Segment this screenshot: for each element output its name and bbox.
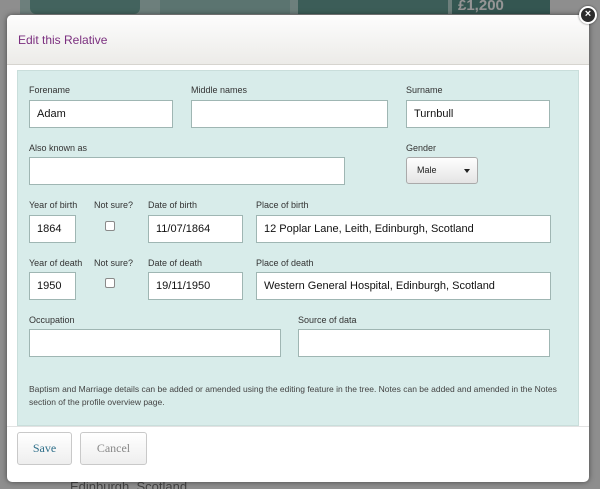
dialog-title: Edit this Relative (18, 33, 108, 47)
gender-selected-value: Male (417, 165, 437, 175)
footer-divider (7, 426, 589, 427)
help-note: Baptism and Marriage details can be adde… (29, 384, 557, 407)
cancel-button[interactable]: Cancel (80, 432, 147, 465)
place-of-death-input[interactable]: Western General Hospital, Edinburgh, Sco… (256, 272, 551, 300)
close-icon[interactable]: × (579, 6, 597, 24)
middle-names-label: Middle names (191, 85, 248, 95)
place-of-birth-label: Place of birth (256, 200, 309, 210)
year-of-birth-label: Year of birth (29, 200, 78, 210)
source-of-data-label: Source of data (298, 315, 357, 325)
occupation-label: Occupation (29, 315, 75, 325)
forename-input[interactable]: Adam (29, 100, 173, 128)
year-of-death-input[interactable]: 1950 (29, 272, 76, 300)
year-of-birth-input[interactable]: 1864 (29, 215, 76, 243)
dialog-header: Edit this Relative (7, 15, 589, 65)
gender-label: Gender (406, 143, 437, 153)
occupation-input[interactable] (29, 329, 281, 357)
gender-select[interactable]: Male (406, 157, 478, 184)
place-of-birth-input[interactable]: 12 Poplar Lane, Leith, Edinburgh, Scotla… (256, 215, 551, 243)
chevron-down-icon (464, 169, 470, 173)
year-of-death-label: Year of death (29, 258, 83, 268)
birth-not-sure-checkbox[interactable] (105, 221, 115, 231)
also-known-as-input[interactable] (29, 157, 345, 185)
death-not-sure-label: Not sure? (94, 258, 134, 268)
birth-not-sure-label: Not sure? (94, 200, 134, 210)
date-of-birth-input[interactable]: 11/07/1864 (148, 215, 243, 243)
edit-relative-dialog: Edit this Relative Forename Adam Middle … (7, 15, 589, 482)
date-of-death-input[interactable]: 19/11/1950 (148, 272, 243, 300)
save-button[interactable]: Save (17, 432, 72, 465)
death-not-sure-checkbox[interactable] (105, 278, 115, 288)
middle-names-input[interactable] (191, 100, 388, 128)
forename-label: Forename (29, 85, 71, 95)
source-of-data-input[interactable] (298, 329, 550, 357)
relative-form: Forename Adam Middle names Surname Turnb… (17, 70, 579, 426)
date-of-birth-label: Date of birth (148, 200, 198, 210)
place-of-death-label: Place of death (256, 258, 314, 268)
date-of-death-label: Date of death (148, 258, 203, 268)
surname-label: Surname (406, 85, 443, 95)
surname-input[interactable]: Turnbull (406, 100, 550, 128)
also-known-as-label: Also known as (29, 143, 88, 153)
